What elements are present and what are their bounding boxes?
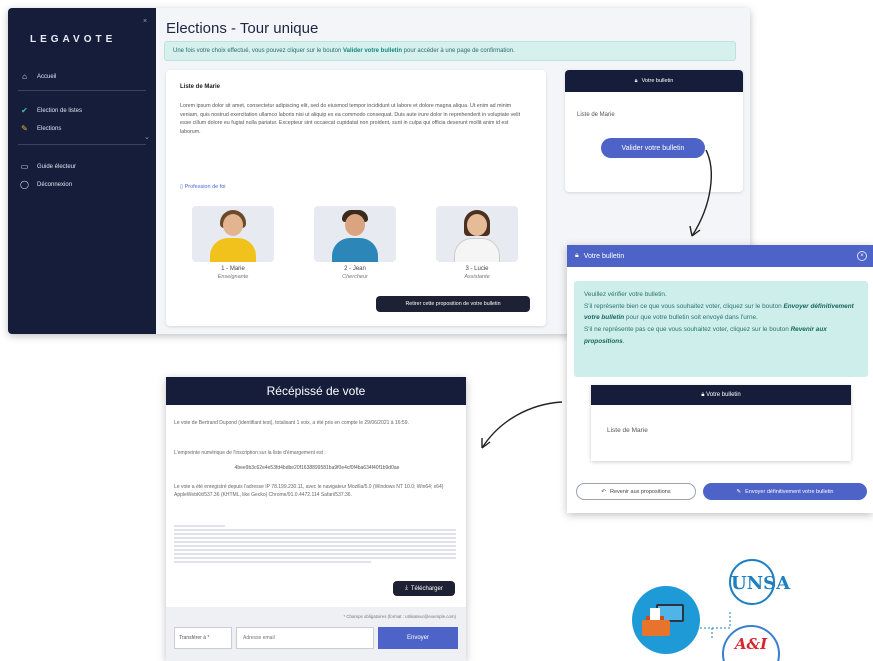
chevron-down-icon[interactable]: ⌄: [144, 133, 150, 141]
candidate-card: 3 - Lucie Assistante: [436, 206, 518, 280]
app-logo: LEGAVOTE: [30, 34, 117, 45]
info-text-bold: Valider votre bulletin: [343, 48, 403, 54]
list-name: Liste de Marie: [180, 84, 221, 90]
ai-logo-text: A&I: [734, 635, 768, 653]
ballot-list-name: Liste de Marie: [577, 112, 615, 118]
candidate-role: Assistante: [464, 274, 490, 280]
receipt-ip-info: Le vote a été enregistré depuis l'adress…: [174, 484, 444, 498]
receipt-fingerprint-label: L'empreinte numérique de l'inscription s…: [174, 450, 326, 456]
lock-icon: 🔒︎: [575, 252, 579, 259]
sidebar-item-deconnexion[interactable]: ◯ Déconnexion: [20, 180, 72, 189]
ballot-header-label: Votre bulletin: [641, 78, 674, 84]
unsa-logo-text: UNSA: [731, 573, 791, 594]
required-fields-note: * Champs obligatoires (format : utilisat…: [343, 614, 456, 619]
notice-line: S'il représente bien ce que vous souhait…: [584, 302, 854, 322]
vote-receipt: Récépissé de vote Le vote de Bertrand Du…: [166, 377, 466, 661]
list-description: Lorem ipsum dolor sit amet, consectetur …: [180, 103, 521, 135]
profession-de-foi-label: Profession de foi: [184, 184, 226, 190]
receipt-vote-info: Le vote de Bertrand Dupond (identifiant …: [174, 420, 409, 426]
sidebar-item-label: Guide électeur: [37, 163, 77, 170]
ai-logo: A&I: [722, 625, 780, 661]
sidebar-divider: [18, 144, 146, 145]
sidebar-divider: [18, 90, 146, 91]
send-email-button[interactable]: Envoyer: [378, 627, 458, 649]
sidebar-collapse-icon[interactable]: ×: [143, 18, 147, 25]
online-vote-illustration: [632, 586, 700, 654]
receipt-fine-print: [174, 525, 456, 565]
notice-line: S'il ne représente pas ce que vous souha…: [584, 326, 827, 345]
profession-de-foi-link[interactable]: ▯ Profession de foi: [180, 184, 226, 190]
candidate-name: 1 - Marie: [221, 266, 245, 272]
ballot-icon: ✎: [736, 488, 742, 495]
arrow-to-receipt: [481, 401, 563, 449]
validate-ballot-button[interactable]: Valider votre bulletin: [601, 138, 705, 158]
ballot-preview-list: Liste de Marie: [607, 427, 648, 434]
document-icon: ▯: [180, 184, 184, 190]
sidebar-item-accueil[interactable]: ⌂ Accueil: [20, 72, 56, 81]
back-to-propositions-button[interactable]: ↶ Revenir aux propositions: [576, 483, 696, 500]
ballot-header: 🔒︎ Votre bulletin: [565, 70, 743, 92]
ballot-preview: 🔒︎ Votre bulletin Liste de Marie: [591, 385, 851, 461]
candidate-photo: [314, 206, 396, 262]
check-icon: ✔: [21, 106, 28, 115]
candidate-name: 3 - Lucie: [465, 266, 489, 272]
document-icon: ▭: [20, 162, 29, 171]
ballot-icon: ✎: [21, 124, 28, 133]
close-icon[interactable]: ×: [857, 251, 867, 261]
home-icon: ⌂: [22, 72, 27, 81]
back-button-label: Revenir aux propositions: [610, 488, 671, 495]
remove-proposition-button[interactable]: Retirer cette proposition de votre bulle…: [376, 296, 530, 312]
candidate-list-card: Liste de Marie Lorem ipsum dolor sit ame…: [166, 70, 546, 326]
ballot-card: 🔒︎ Votre bulletin Liste de Marie Valider…: [565, 70, 743, 192]
receipt-title: Récépissé de vote: [166, 377, 466, 405]
ballot-preview-title: Votre bulletin: [706, 392, 741, 398]
logout-icon: ◯: [20, 180, 29, 189]
sidebar-item-election-de-listes[interactable]: ✔ Election de listes: [20, 106, 82, 115]
verification-notice: Veuillez vérifier votre bulletin. S'il r…: [574, 281, 868, 377]
email-input[interactable]: [236, 627, 374, 649]
receipt-transfer-bar: * Champs obligatoires (format : utilisat…: [166, 607, 466, 661]
candidate-role: Enseignante: [217, 274, 249, 280]
send-ballot-button[interactable]: ✎ Envoyer définitivement votre bulletin: [703, 483, 867, 500]
info-text-prefix: Une fois votre choix effectué, vous pouv…: [173, 48, 343, 54]
lock-icon: 🔒︎: [634, 77, 638, 84]
ballot-confirmation-modal: 🔒︎ Votre bulletin × Veuillez vérifier vo…: [567, 245, 873, 513]
candidate-photo: [192, 206, 274, 262]
ballot-preview-header: 🔒︎ Votre bulletin: [591, 385, 851, 405]
undo-icon: ↶: [601, 488, 607, 495]
candidate-card: 2 - Jean Chercheur: [314, 206, 396, 280]
info-banner: Une fois votre choix effectué, vous pouv…: [164, 41, 736, 61]
notice-line: Veuillez vérifier votre bulletin.: [584, 291, 667, 298]
sidebar-item-elections[interactable]: ✎ Elections: [20, 124, 61, 133]
sidebar-item-label: Déconnexion: [37, 181, 73, 188]
modal-title: Votre bulletin: [583, 252, 625, 260]
send-button-label: Envoyer définitivement votre bulletin: [745, 488, 834, 495]
sidebar-item-label: Election de listes: [37, 107, 83, 114]
candidate-role: Chercheur: [342, 274, 368, 280]
page-title: Elections - Tour unique: [166, 20, 319, 37]
sidebar-item-label: Elections: [37, 125, 62, 132]
download-button[interactable]: ⤓ Télécharger: [393, 581, 455, 596]
download-label: Télécharger: [410, 585, 443, 592]
info-text-suffix: pour accéder à une page de confirmation.: [402, 48, 515, 54]
download-icon: ⤓: [405, 585, 408, 591]
candidate-card: 1 - Marie Enseignante: [192, 206, 274, 280]
candidate-photo: [436, 206, 518, 262]
modal-header: 🔒︎ Votre bulletin: [567, 245, 873, 267]
sidebar-item-guide-electeur[interactable]: ▭ Guide électeur: [20, 162, 76, 171]
sidebar-item-label: Accueil: [37, 73, 57, 80]
transfer-label: Transférer à *: [174, 627, 232, 649]
candidate-name: 2 - Jean: [344, 266, 366, 272]
receipt-fingerprint-hash: 4bee9b3c62e4e53fd4bdbe20f1638899581ba9f0…: [234, 465, 400, 471]
unsa-logo: UNSA: [729, 559, 791, 605]
sidebar: LEGAVOTE × ⌂ Accueil ✔ Election de liste…: [8, 8, 156, 334]
